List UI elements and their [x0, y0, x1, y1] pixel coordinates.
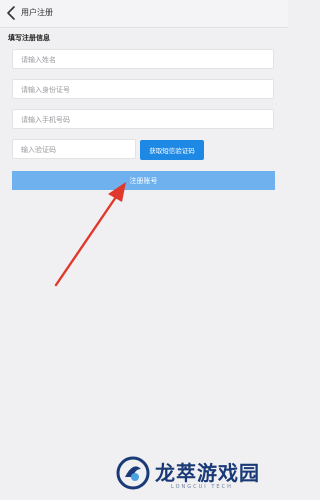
brand-subtitle: LONGCUI TECH — [171, 484, 233, 490]
brand-name: 龙萃游戏园 — [155, 461, 260, 485]
brand-logo-icon — [116, 456, 150, 490]
brand-watermark: 龙萃游戏园 LONGCUI TECH — [115, 455, 285, 497]
arrow-pointer-icon — [54, 182, 126, 287]
